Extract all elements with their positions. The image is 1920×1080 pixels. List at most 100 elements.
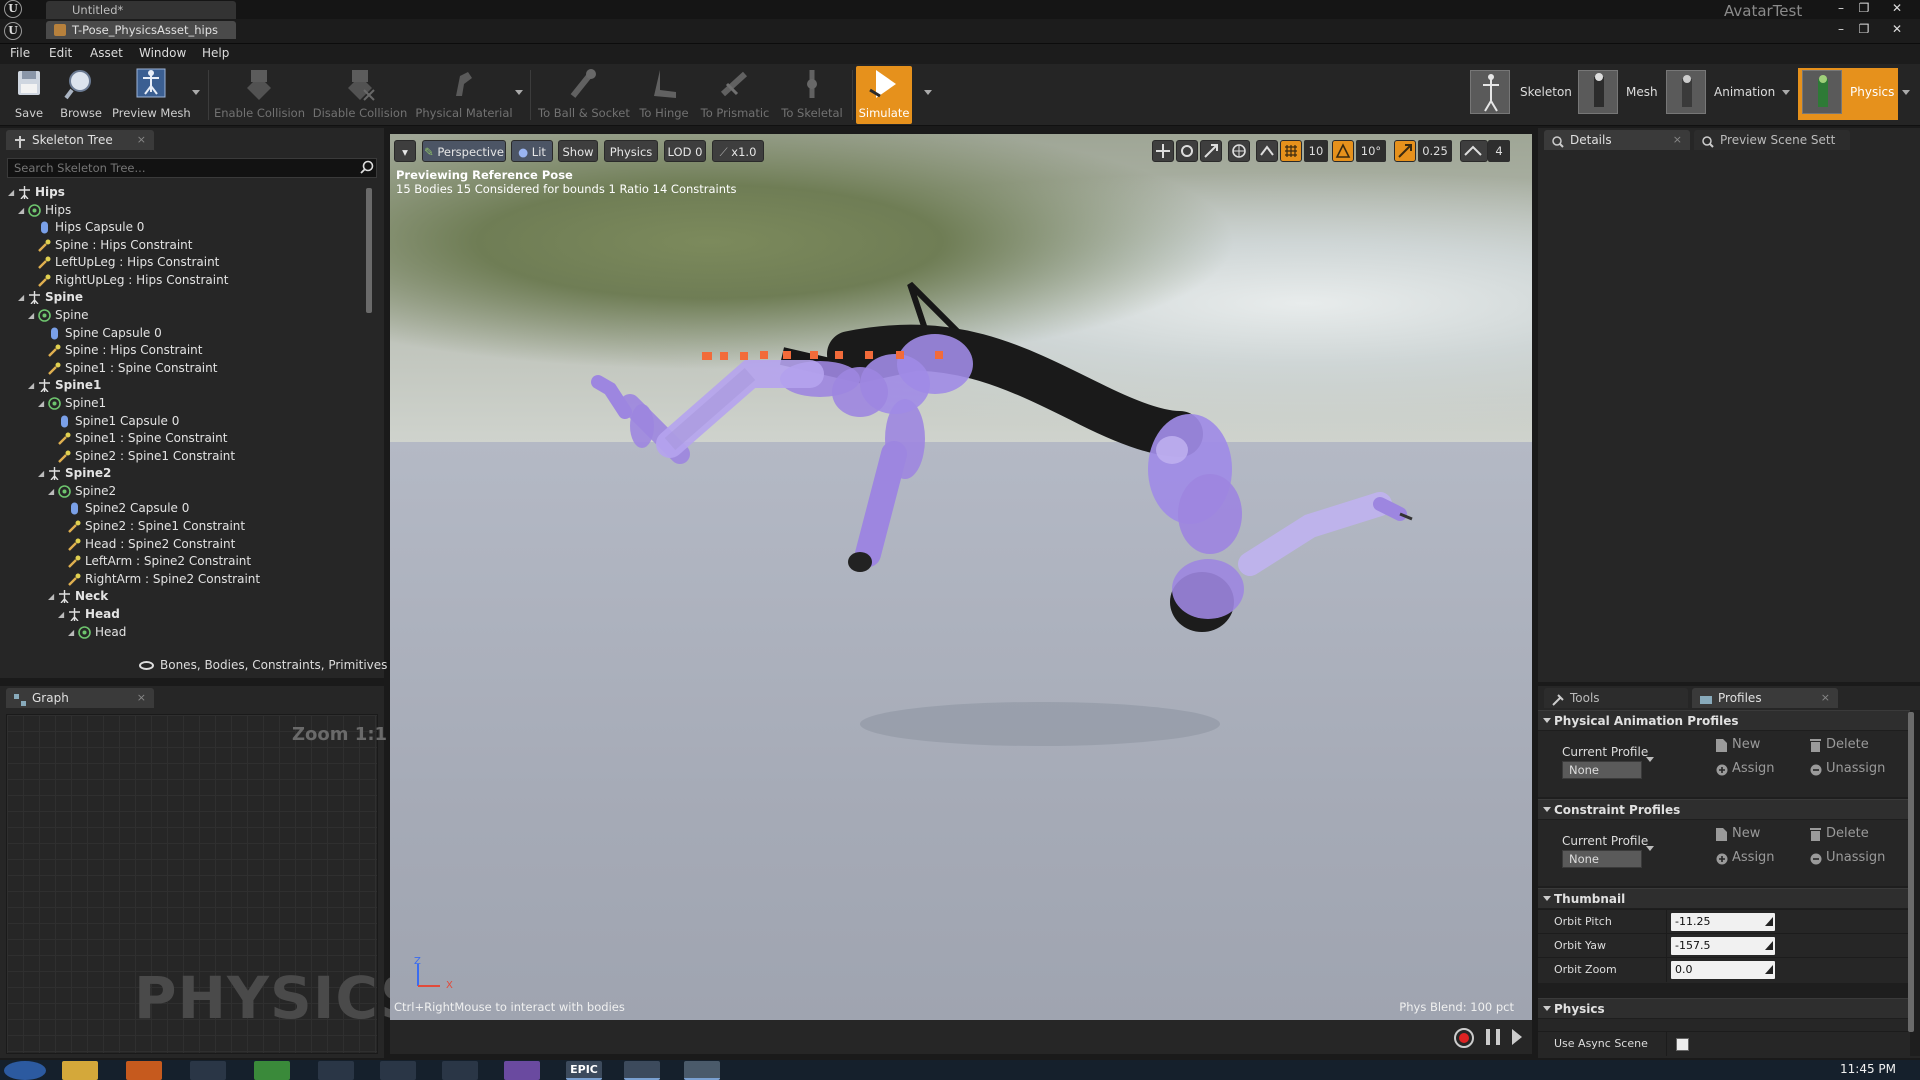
to-ball-socket-button[interactable]: To Ball & Socket	[538, 66, 630, 124]
tree-row-constraint[interactable]: Spine1 : Spine Constraint	[6, 430, 362, 447]
lit-button[interactable]: ● Lit	[511, 140, 553, 162]
phys-anim-profiles-header[interactable]: Physical Animation Profiles	[1538, 710, 1910, 730]
menu-window[interactable]: Window	[139, 46, 186, 60]
tree-row-bone[interactable]: ◢ Spine1	[6, 377, 362, 394]
expand-arrow-icon[interactable]: ◢	[8, 184, 17, 201]
obs-icon[interactable]	[318, 1061, 354, 1080]
restore-button[interactable]: ❐	[1853, 21, 1875, 38]
animation-dropdown-icon[interactable]	[1782, 90, 1790, 95]
scale-snap-value[interactable]: 0.25	[1418, 140, 1452, 162]
mode-animation[interactable]: Animation	[1664, 68, 1784, 120]
constraint-profile-select[interactable]: None	[1562, 850, 1642, 868]
expand-arrow-icon[interactable]: ◢	[38, 395, 47, 412]
expand-arrow-icon[interactable]: ◢	[68, 624, 77, 641]
simulate-dropdown-icon[interactable]	[924, 90, 932, 95]
tree-row-constraint[interactable]: Spine1 : Spine Constraint	[6, 360, 362, 377]
physics-character[interactable]	[390, 134, 1532, 1020]
menu-file[interactable]: File	[10, 46, 30, 60]
tab-preview-scene-settings[interactable]: Preview Scene Sett	[1694, 130, 1850, 150]
disable-collision-button[interactable]: Disable Collision	[312, 66, 408, 124]
tree-row-constraint[interactable]: RightUpLeg : Hips Constraint	[6, 272, 362, 289]
phys-anim-profile-dropdown-icon[interactable]	[1646, 757, 1654, 762]
rotate-icon[interactable]	[1176, 140, 1198, 162]
close-icon[interactable]: ×	[1821, 688, 1830, 708]
pause-button[interactable]	[1486, 1029, 1500, 1045]
mode-physics[interactable]: Physics	[1798, 68, 1898, 120]
expand-arrow-icon[interactable]: ◢	[18, 202, 27, 219]
save-button[interactable]: Save	[6, 66, 52, 124]
visual-studio-icon[interactable]	[504, 1061, 540, 1080]
restore-button[interactable]: ❐	[1853, 0, 1875, 17]
translate-icon[interactable]	[1152, 140, 1174, 162]
grid-snap-icon[interactable]	[1280, 140, 1302, 162]
orbit-pitch-input[interactable]: -11.25	[1671, 913, 1775, 931]
grid-snap-value[interactable]: 10	[1304, 140, 1328, 162]
thumbnail-header[interactable]: Thumbnail	[1538, 888, 1910, 908]
close-icon[interactable]: ×	[137, 688, 146, 708]
tree-row-bone[interactable]: ◢ Spine2	[6, 465, 362, 482]
tab-tools[interactable]: Tools	[1544, 688, 1688, 708]
menu-edit[interactable]: Edit	[49, 46, 72, 60]
delete-constraint-button[interactable]: Delete	[1826, 826, 1869, 841]
viewport[interactable]: ▾ ✎ Perspective ● Lit Show Physics LOD 0…	[390, 134, 1532, 1020]
expand-arrow-icon[interactable]: ◢	[58, 606, 67, 623]
close-icon[interactable]: ×	[1673, 130, 1682, 150]
tree-row-bone[interactable]: ◢ Spine	[6, 289, 362, 306]
calendar-icon[interactable]	[380, 1061, 416, 1080]
assign-constraint-button[interactable]: Assign	[1732, 850, 1775, 865]
tree-row-constraint[interactable]: Spine2 : Spine1 Constraint	[6, 518, 362, 535]
tree-row-body[interactable]: ◢ Head	[6, 624, 362, 641]
tab-skeleton-tree[interactable]: Skeleton Tree ×	[6, 130, 154, 150]
profiles-scrollbar[interactable]	[1908, 712, 1914, 1032]
simulate-button[interactable]: Simulate	[856, 66, 912, 124]
delete-phys-anim-button[interactable]: Delete	[1826, 737, 1869, 752]
tree-row-body[interactable]: ◢ Hips	[6, 202, 362, 219]
close-icon[interactable]: ×	[137, 130, 146, 150]
firefox-icon[interactable]	[126, 1061, 162, 1080]
menu-help[interactable]: Help	[202, 46, 229, 60]
phys-anim-profile-select[interactable]: None	[1562, 761, 1642, 779]
tree-row-constraint[interactable]: Head : Spine2 Constraint	[6, 536, 362, 553]
scale-snap-icon[interactable]	[1394, 140, 1416, 162]
viewport-options-button[interactable]: ▾	[394, 140, 416, 162]
chrome-icon[interactable]	[254, 1061, 290, 1080]
tab-graph[interactable]: Graph ×	[6, 688, 154, 708]
constraint-profiles-header[interactable]: Constraint Profiles	[1538, 799, 1910, 819]
close-button[interactable]: ✕	[1886, 21, 1908, 38]
calendar-icon[interactable]	[442, 1061, 478, 1080]
tree-row-constraint[interactable]: Spine2 : Spine1 Constraint	[6, 448, 362, 465]
unassign-constraint-button[interactable]: Unassign	[1826, 850, 1885, 865]
tree-row-capsule[interactable]: Spine2 Capsule 0	[6, 500, 362, 517]
expand-arrow-icon[interactable]: ◢	[48, 588, 57, 605]
tree-row-constraint[interactable]: LeftArm : Spine2 Constraint	[6, 553, 362, 570]
enable-collision-button[interactable]: Enable Collision	[214, 66, 305, 124]
world-local-icon[interactable]	[1228, 140, 1250, 162]
drag-grip-icon[interactable]	[1765, 941, 1773, 950]
expand-arrow-icon[interactable]: ◢	[18, 289, 27, 306]
tree-row-bone[interactable]: ◢ Head	[6, 606, 362, 623]
constraint-profile-dropdown-icon[interactable]	[1646, 846, 1654, 851]
browse-button[interactable]: Browse	[56, 66, 106, 124]
physical-material-dropdown-icon[interactable]	[515, 90, 523, 95]
physics-menu-button[interactable]: Physics	[604, 140, 658, 162]
rotation-snap-value[interactable]: 10°	[1356, 140, 1386, 162]
start-icon[interactable]	[4, 1061, 46, 1080]
tree-row-capsule[interactable]: Spine Capsule 0	[6, 325, 362, 342]
tree-row-capsule[interactable]: Spine1 Capsule 0	[6, 413, 362, 430]
tree-row-bone[interactable]: ◢ Neck	[6, 588, 362, 605]
camera-speed-icon[interactable]	[1460, 140, 1488, 162]
expand-arrow-icon[interactable]: ◢	[38, 465, 47, 482]
expand-arrow-icon[interactable]: ◢	[28, 307, 37, 324]
drag-grip-icon[interactable]	[1765, 965, 1773, 974]
search-icon[interactable]	[360, 160, 374, 174]
perspective-button[interactable]: ✎ Perspective	[422, 140, 506, 162]
unreal-editor-icon[interactable]	[624, 1061, 660, 1080]
step-forward-button[interactable]	[1512, 1029, 1522, 1045]
preview-mesh-dropdown-icon[interactable]	[192, 90, 200, 95]
new-phys-anim-button[interactable]: New	[1732, 737, 1760, 752]
tree-row-body[interactable]: ◢ Spine	[6, 307, 362, 324]
playback-speed-button[interactable]: ⟋ x1.0	[712, 140, 764, 162]
preview-mesh-button[interactable]: Preview Mesh	[112, 66, 191, 124]
use-async-scene-checkbox[interactable]	[1676, 1038, 1689, 1051]
physics-dropdown-icon[interactable]	[1902, 90, 1910, 95]
